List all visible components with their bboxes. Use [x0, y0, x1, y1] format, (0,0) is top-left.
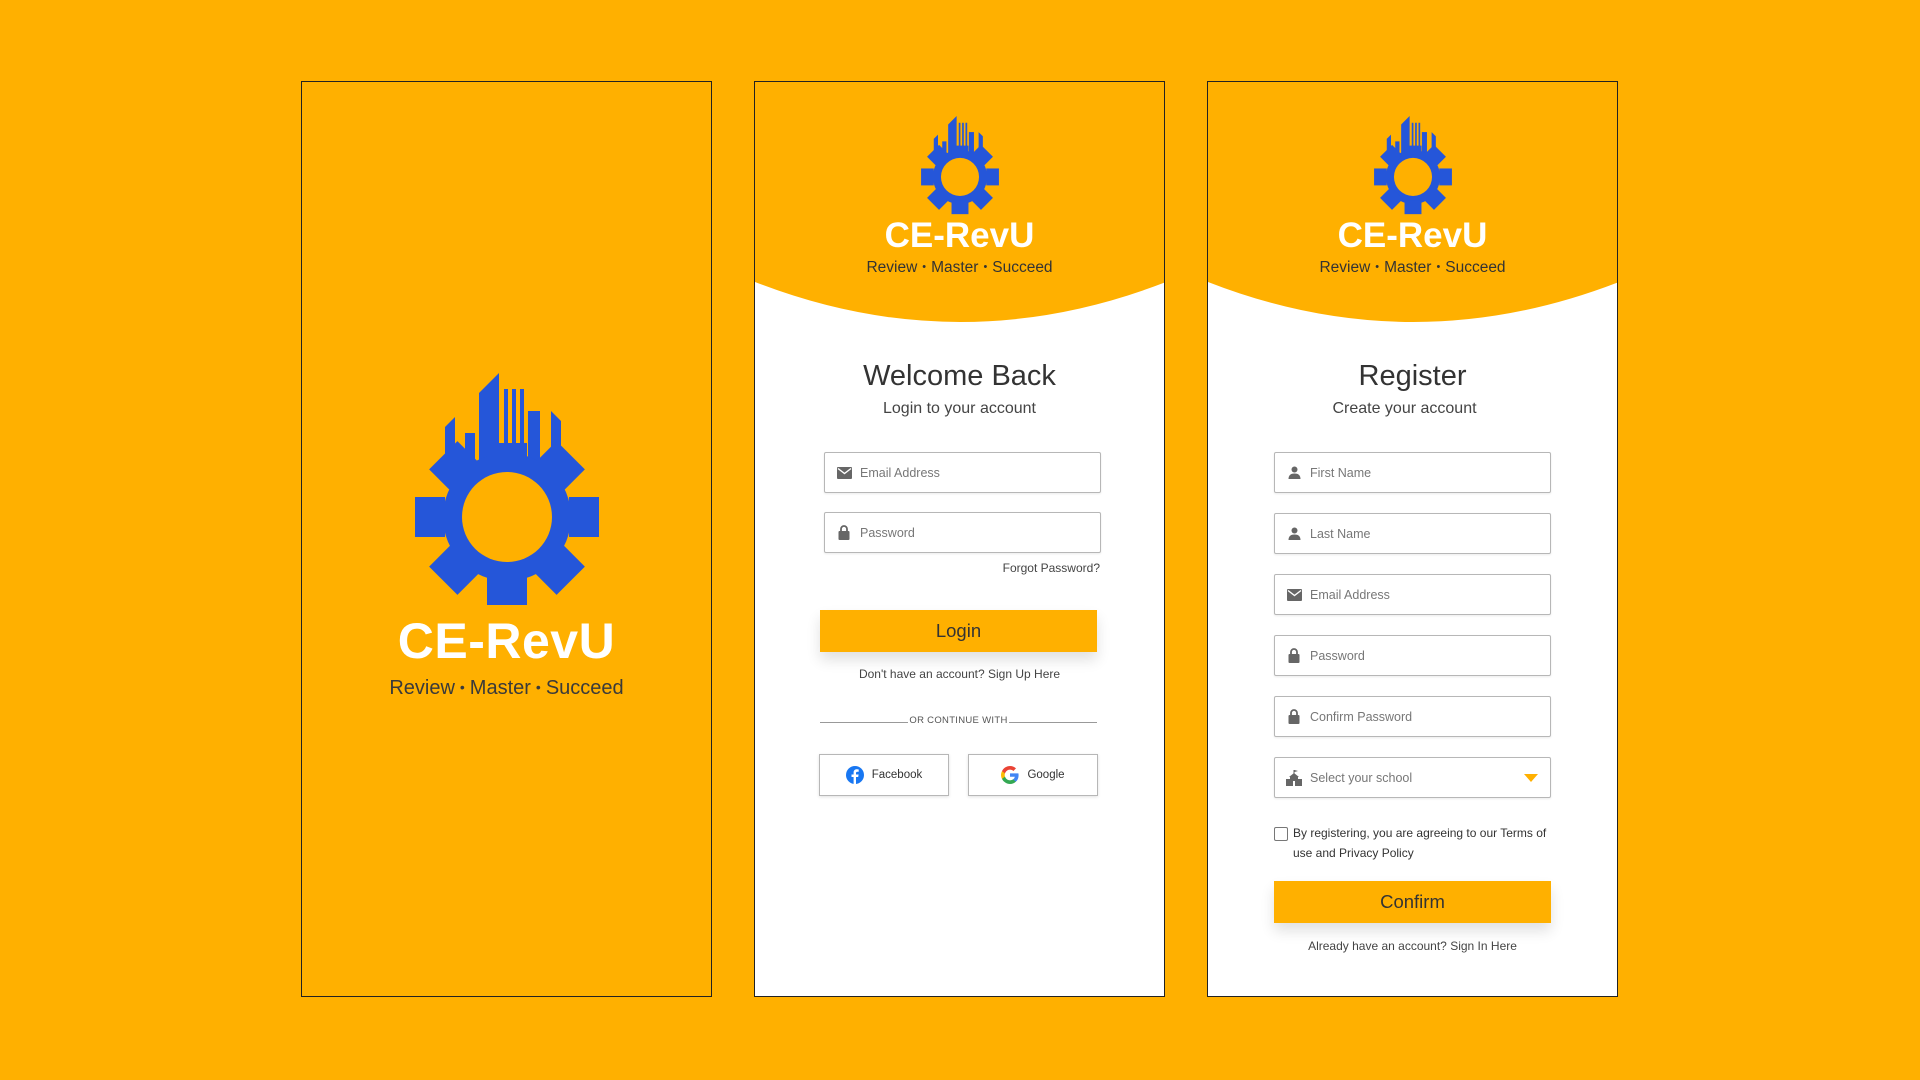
app-tagline: Review • Master • Succeed	[1319, 259, 1506, 276]
mail-icon	[1286, 587, 1302, 603]
page-subtitle: Login to your account	[883, 400, 1036, 417]
terms-row: By registering, you are agreeing to our …	[1274, 824, 1554, 863]
page-title: Welcome Back	[863, 360, 1056, 392]
last-name-field[interactable]: Last Name	[1274, 513, 1551, 554]
page-subtitle: Create your account	[1332, 400, 1477, 417]
app-name: CE-RevU	[1337, 216, 1488, 255]
first-name-placeholder: First Name	[1310, 465, 1372, 480]
password-placeholder: Password	[1310, 648, 1365, 663]
mail-icon	[836, 465, 852, 481]
school-select[interactable]: Select your school	[1274, 757, 1551, 798]
google-icon	[1001, 766, 1020, 784]
email-field[interactable]: Email Address	[824, 452, 1101, 493]
facebook-icon	[845, 766, 864, 784]
login-button[interactable]: Login	[820, 610, 1097, 652]
password-field[interactable]: Password	[1274, 635, 1551, 676]
terms-checkbox[interactable]	[1274, 827, 1288, 841]
confirm-button[interactable]: Confirm	[1274, 881, 1551, 923]
confirm-password-placeholder: Confirm Password	[1310, 709, 1413, 724]
email-placeholder: Email Address	[860, 465, 940, 480]
person-icon	[1286, 465, 1302, 481]
splash-screen: CE-RevU Review • Master • Succeed	[301, 81, 712, 997]
school-placeholder: Select your school	[1310, 770, 1413, 785]
lock-icon	[1286, 648, 1302, 664]
gear-buildings-icon	[414, 373, 599, 605]
splash-logo-block: CE-RevU Review • Master • Succeed	[302, 373, 711, 700]
login-screen: CE-RevU Review • Master • Succeed Welcome Ba…	[754, 81, 1165, 997]
app-tagline: Review • Master • Succeed	[389, 677, 624, 699]
lock-icon	[836, 525, 852, 541]
sign-in-link[interactable]: Sign In Here	[1450, 939, 1517, 953]
person-icon	[1286, 526, 1302, 542]
divider-text: OR CONTINUE WITH	[909, 715, 1008, 726]
lock-icon	[1286, 709, 1302, 725]
app-name: CE-RevU	[397, 613, 616, 669]
password-field[interactable]: Password	[824, 512, 1101, 553]
confirm-password-field[interactable]: Confirm Password	[1274, 696, 1551, 737]
google-login-button[interactable]: Google	[968, 754, 1098, 796]
gear-buildings-icon	[1373, 116, 1452, 215]
password-placeholder: Password	[860, 525, 915, 540]
first-name-field[interactable]: First Name	[1274, 452, 1551, 493]
signin-prompt: Already have an account? Sign In Here	[1308, 939, 1517, 953]
dropdown-caret-icon	[1524, 774, 1538, 782]
page-title: Register	[1358, 360, 1467, 392]
last-name-placeholder: Last Name	[1310, 526, 1371, 541]
facebook-label: Facebook	[871, 769, 923, 781]
google-label: Google	[1027, 769, 1065, 781]
app-tagline: Review • Master • Succeed	[866, 259, 1053, 276]
app-name: CE-RevU	[884, 216, 1035, 255]
email-placeholder: Email Address	[1310, 587, 1390, 602]
gear-buildings-icon	[920, 116, 999, 215]
forgot-password-link[interactable]: Forgot Password?	[1003, 561, 1100, 575]
facebook-login-button[interactable]: Facebook	[819, 754, 949, 796]
email-field[interactable]: Email Address	[1274, 574, 1551, 615]
terms-text: By registering, you are agreeing to our …	[1293, 826, 1547, 860]
register-header: CE-RevU Review • Master • Succeed	[1208, 82, 1617, 322]
signup-prompt: Don't have an account? Sign Up Here	[858, 667, 1061, 681]
or-continue-divider: OR CONTINUE WITH	[820, 715, 1097, 729]
sign-up-link[interactable]: Sign Up Here	[988, 667, 1060, 681]
school-icon	[1286, 769, 1302, 786]
login-header: CE-RevU Review • Master • Succeed	[755, 82, 1164, 322]
register-screen: CE-RevU Review • Master • Succeed Register C…	[1207, 81, 1618, 997]
